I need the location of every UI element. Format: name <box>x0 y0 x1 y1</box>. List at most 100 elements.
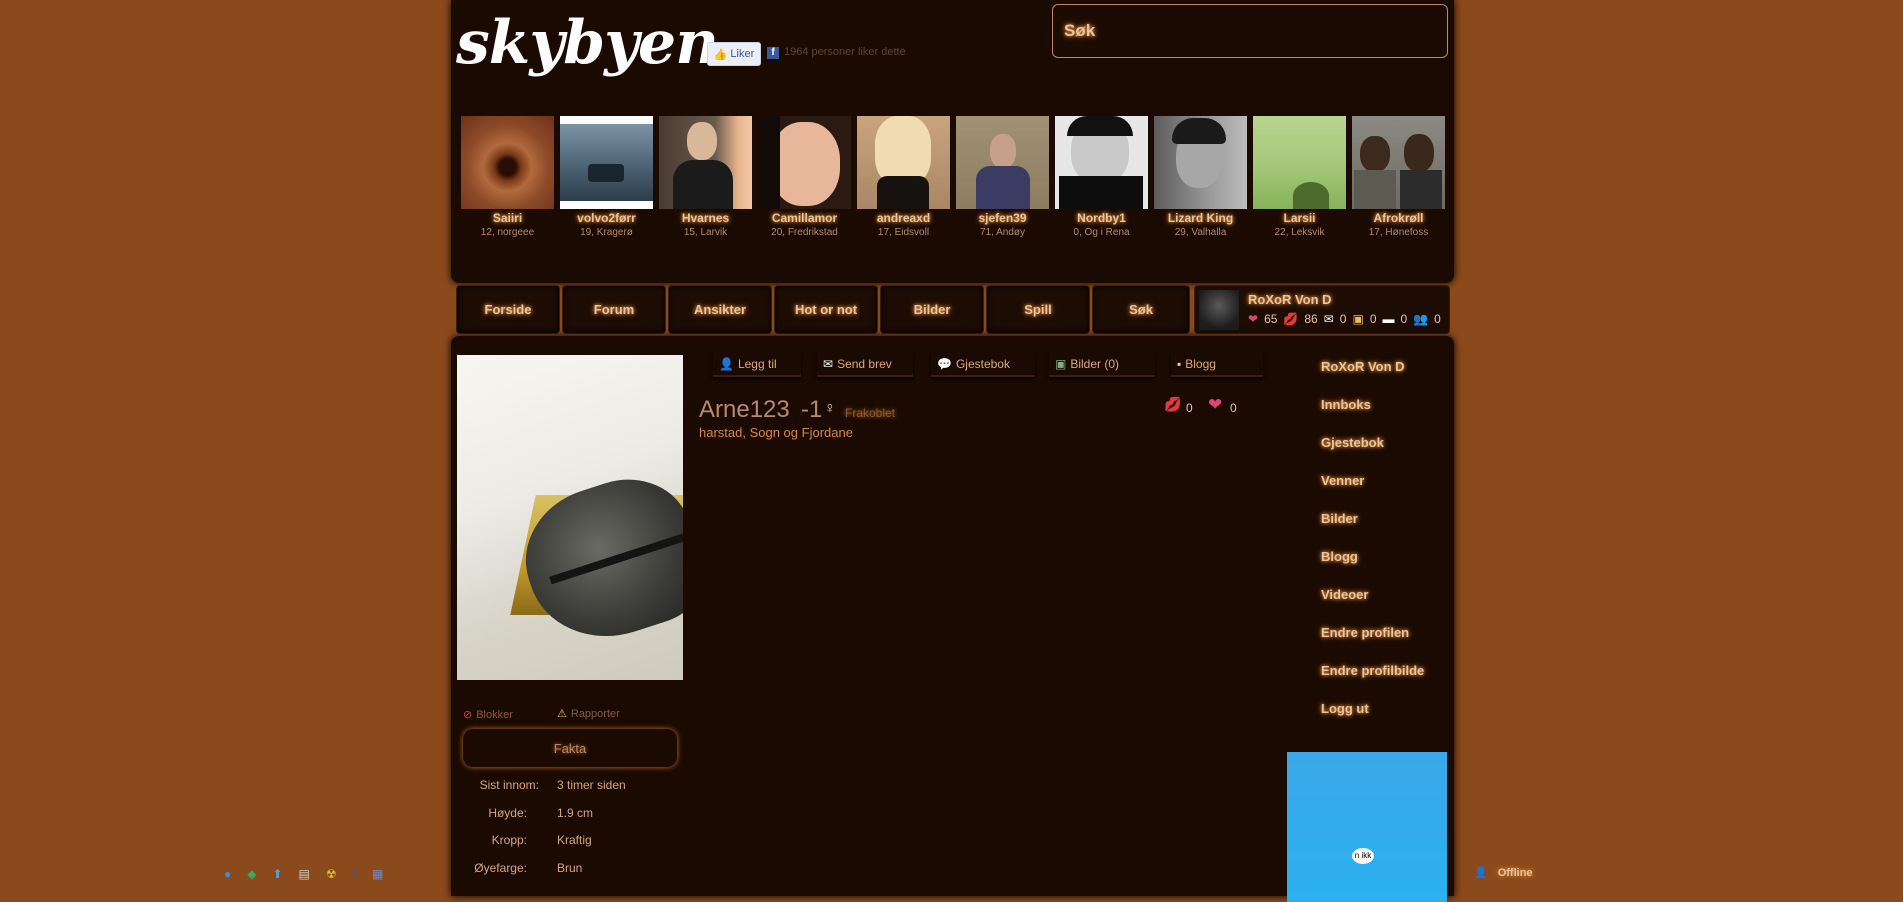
member-info: 29, Valhalla <box>1174 227 1227 238</box>
fakta-title: Fakta <box>553 740 587 756</box>
member-photo[interactable] <box>1055 116 1148 209</box>
member-name[interactable]: Saiiri <box>461 211 554 225</box>
side-menu-endre-profilen[interactable]: Endre profilen <box>1321 618 1449 656</box>
comments-count: 0 <box>1400 312 1408 326</box>
side-menu-videoer[interactable]: Videoer <box>1321 580 1449 618</box>
member-photo[interactable] <box>857 116 950 209</box>
member-name[interactable]: andreaxd <box>857 211 950 225</box>
member-info: 19, Kragerø <box>580 227 633 238</box>
offline-label: Offline <box>1497 866 1533 879</box>
member-card[interactable]: Nordby1 0, Og i Rena <box>1055 116 1148 238</box>
tab-label: Blogg <box>1185 357 1216 371</box>
member-card[interactable]: Larsii 22, Leksvik <box>1253 116 1346 238</box>
avatar[interactable] <box>1199 290 1239 330</box>
member-name[interactable]: Lizard King <box>1154 211 1247 225</box>
member-name[interactable]: volvo2førr <box>560 211 653 225</box>
tab-send-brev[interactable]: ✉ Send brev <box>817 353 913 377</box>
nav-forum[interactable]: Forum <box>562 285 666 334</box>
profile-photo[interactable] <box>457 355 683 680</box>
photo-icon[interactable]: ▣ <box>1352 312 1363 326</box>
tab-label: Bilder (0) <box>1070 357 1120 371</box>
friends-icon[interactable]: 👥 <box>1413 312 1428 326</box>
facebook-icon: f <box>767 47 779 59</box>
member-info: 22, Leksvik <box>1274 227 1325 238</box>
user-status-box: RoXoR Von D ❤ 65 💋 86 ✉ 0 ▣ 0 ▬ 0 👥 0 <box>1194 285 1450 334</box>
nav-forside[interactable]: Forside <box>456 285 560 334</box>
member-name[interactable]: Camillamor <box>758 211 851 225</box>
member-name[interactable]: sjefen39 <box>956 211 1049 225</box>
tab-bilder[interactable]: ▣ Bilder (0) <box>1049 353 1155 377</box>
member-name[interactable]: Hvarnes <box>659 211 752 225</box>
kiss-button[interactable]: 💋 <box>1164 396 1181 413</box>
nav-bilder[interactable]: Bilder <box>880 285 984 334</box>
hearts-count: 65 <box>1264 312 1278 326</box>
fakta-label: Høyde: <box>488 806 527 820</box>
search-box[interactable]: Søk <box>1052 4 1448 58</box>
fakta-label: Sist innom: <box>479 778 539 792</box>
upload-icon[interactable]: ⬆ <box>272 867 282 881</box>
side-menu-venner[interactable]: Venner <box>1321 466 1449 504</box>
facebook-icon[interactable]: f <box>353 867 356 881</box>
member-card[interactable]: Lizard King 29, Valhalla <box>1154 116 1247 238</box>
member-photo[interactable] <box>659 116 752 209</box>
side-menu-innboks[interactable]: Innboks <box>1321 390 1449 428</box>
member-card[interactable]: volvo2førr 19, Kragerø <box>560 116 653 238</box>
member-name[interactable]: Larsii <box>1253 211 1346 225</box>
facebook-like-button[interactable]: 👍 Liker <box>707 42 761 66</box>
block-label: Blokker <box>476 708 513 721</box>
tab-blogg[interactable]: ▪ Blogg <box>1171 353 1263 377</box>
globe-icon[interactable]: ● <box>224 867 231 881</box>
tab-legg-til[interactable]: 👤 Legg til <box>713 353 801 377</box>
member-info: 0, Og i Rena <box>1073 227 1130 238</box>
member-card[interactable]: andreaxd 17, Eidsvoll <box>857 116 950 238</box>
gender-icon: ♀ <box>824 400 836 417</box>
profile-location: harstad, Sogn og Fjordane <box>699 425 853 440</box>
member-photo[interactable] <box>560 116 653 209</box>
member-card[interactable]: Camillamor 20, Fredrikstad <box>758 116 851 238</box>
user-name[interactable]: RoXoR Von D <box>1248 292 1332 307</box>
side-menu-logg-ut[interactable]: Logg ut <box>1321 694 1449 732</box>
member-name[interactable]: Nordby1 <box>1055 211 1148 225</box>
profile-age: -1 <box>801 396 823 423</box>
member-card[interactable]: Afrokrøll 17, Hønefoss <box>1352 116 1445 238</box>
site-logo[interactable]: skybyen <box>456 8 719 78</box>
side-menu-blogg[interactable]: Blogg <box>1321 542 1449 580</box>
tab-label: Legg til <box>737 357 777 371</box>
member-photo[interactable] <box>461 116 554 209</box>
mail-icon[interactable]: ✉ <box>1324 312 1334 326</box>
member-photo[interactable] <box>758 116 851 209</box>
nav-spill[interactable]: Spill <box>986 285 1090 334</box>
comment-icon[interactable]: ▬ <box>1383 312 1395 326</box>
member-photo[interactable] <box>1253 116 1346 209</box>
nav-ansikter[interactable]: Ansikter <box>668 285 772 334</box>
member-photo[interactable] <box>956 116 1049 209</box>
fakta-value: 1.9 cm <box>557 806 594 820</box>
side-menu-bilder[interactable]: Bilder <box>1321 504 1449 542</box>
side-menu-gjestebok[interactable]: Gjestebok <box>1321 428 1449 466</box>
side-menu-profile[interactable]: RoXoR Von D <box>1321 352 1449 390</box>
online-status: Frakoblet <box>845 406 896 420</box>
ad-banner[interactable]: n ikk <box>1287 752 1447 902</box>
side-menu-endre-profilbilde[interactable]: Endre profilbilde <box>1321 656 1449 694</box>
member-photo[interactable] <box>1352 116 1445 209</box>
member-photo[interactable] <box>1154 116 1247 209</box>
block-link[interactable]: ⊘ Blokker <box>463 708 513 722</box>
photos-count: 0 <box>1369 312 1377 326</box>
member-info: 12, norgeee <box>480 227 535 238</box>
nav-sok[interactable]: Søk <box>1092 285 1190 334</box>
radiation-icon[interactable]: ☢ <box>326 867 337 881</box>
tab-gjestebok[interactable]: 💬 Gjestebok <box>931 353 1035 377</box>
kiss-icon[interactable]: 💋 <box>1283 312 1298 326</box>
chat-icon[interactable]: ▤ <box>299 867 310 881</box>
report-link[interactable]: ⚠ Rapporter <box>557 707 620 721</box>
news-icon[interactable]: ▦ <box>372 867 383 881</box>
heart-button[interactable]: ❤ <box>1208 395 1222 415</box>
share-icon[interactable]: ◆ <box>247 867 256 881</box>
member-card[interactable]: Hvarnes 15, Larvik <box>659 116 752 238</box>
member-name[interactable]: Afrokrøll <box>1352 211 1445 225</box>
member-card[interactable]: sjefen39 71, Andøy <box>956 116 1049 238</box>
profile-username: Arne123 <box>699 396 790 423</box>
member-card[interactable]: Saiiri 12, norgeee <box>461 116 554 238</box>
nav-hot-or-not[interactable]: Hot or not <box>774 285 878 334</box>
offline-indicator[interactable]: 👤 Offline <box>1474 866 1533 880</box>
